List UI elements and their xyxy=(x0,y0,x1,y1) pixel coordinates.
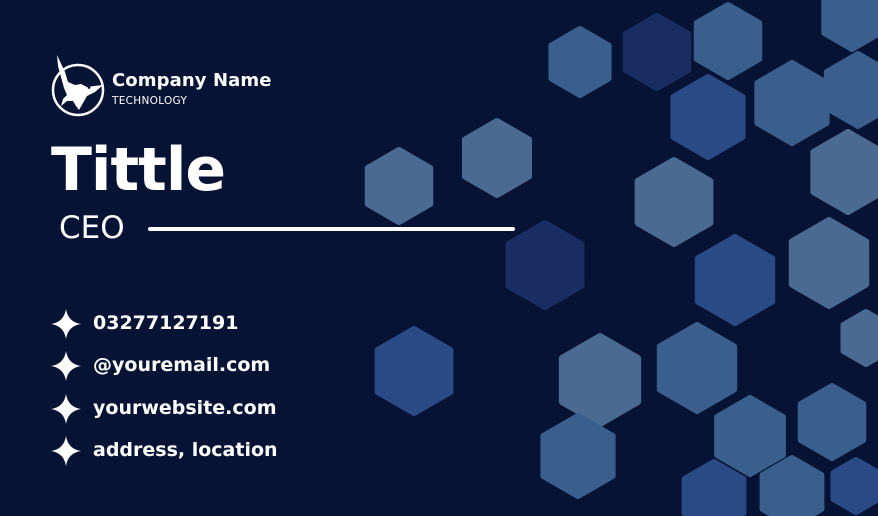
divider-line xyxy=(148,227,515,231)
hexagon-shape-11 xyxy=(634,157,714,247)
hexagon-shape-6 xyxy=(693,2,763,80)
hexagon-shape-9 xyxy=(823,51,878,129)
hexagon-shape-21 xyxy=(840,309,878,367)
eagle-icon xyxy=(51,55,105,117)
person-title: Tittle xyxy=(51,135,226,205)
hexagon-shape-4 xyxy=(548,26,612,98)
hexagon-shape-10 xyxy=(821,0,878,52)
company-name: Company Name xyxy=(112,70,272,91)
hexagon-shape-20 xyxy=(797,383,867,461)
hexagon-shape-19 xyxy=(714,395,786,477)
hexagon-shape-14 xyxy=(810,129,878,215)
hexagon-shape-2 xyxy=(462,118,532,198)
hexagon-shape-5 xyxy=(622,13,692,91)
sparkle-icon xyxy=(51,394,81,424)
hexagon-shape-13 xyxy=(788,217,870,309)
hexagon-shape-22 xyxy=(759,455,825,516)
hexagon-shape-18 xyxy=(540,413,616,499)
hexagon-shape-1 xyxy=(364,147,434,225)
sparkle-icon xyxy=(51,436,81,466)
hexagon-shape-7 xyxy=(670,74,746,160)
sparkle-icon xyxy=(51,309,81,339)
sparkle-icon xyxy=(51,351,81,381)
hexagon-shape-8 xyxy=(754,60,830,146)
hexagon-shape-24 xyxy=(830,457,878,515)
hexagon-shape-3 xyxy=(505,220,585,310)
hexagon-shape-12 xyxy=(694,234,776,326)
hexagon-shape-15 xyxy=(558,333,642,427)
business-card: Company Name TECHNOLOGY Tittle CEO 03277… xyxy=(0,0,878,516)
address-text: address, location xyxy=(93,439,278,461)
hexagon-shape-23 xyxy=(681,459,747,516)
phone-text: 03277127191 xyxy=(93,312,239,334)
hexagon-shape-16 xyxy=(656,322,738,414)
company-tagline: TECHNOLOGY xyxy=(112,95,188,107)
person-role: CEO xyxy=(59,210,125,246)
hexagon-shape-17 xyxy=(374,326,454,416)
website-text: yourwebsite.com xyxy=(93,397,277,419)
email-text: @youremail.com xyxy=(93,354,271,376)
